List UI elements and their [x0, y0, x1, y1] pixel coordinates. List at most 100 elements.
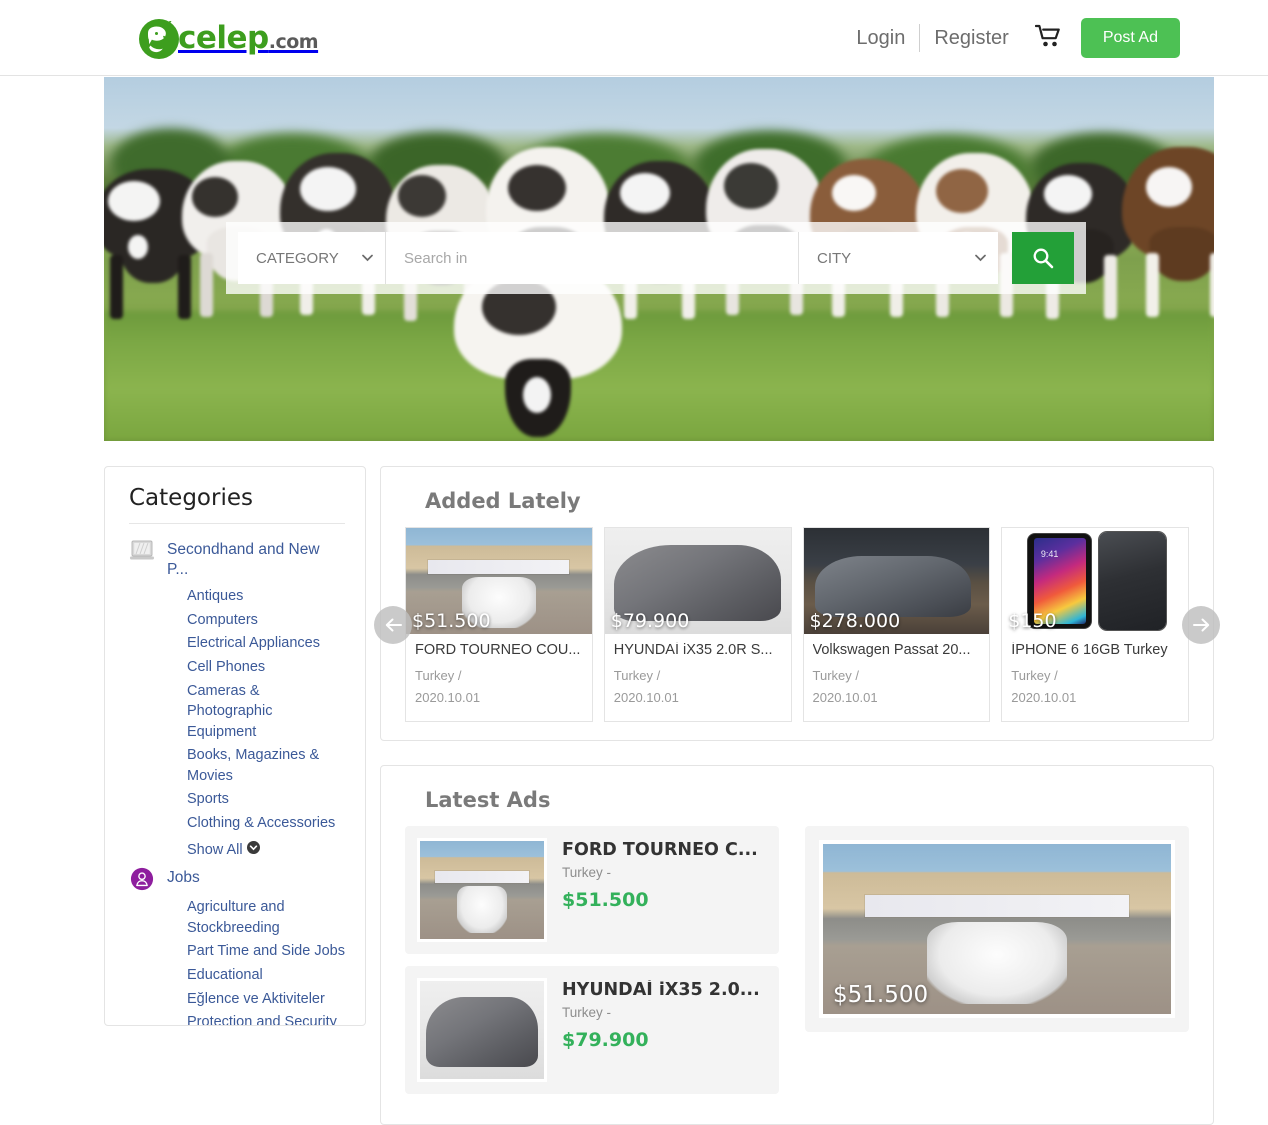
ad-date: 2020.10.01: [1011, 690, 1077, 706]
featured-ad-column: $51.500: [805, 826, 1189, 1106]
ad-price-overlay: $150: [1008, 610, 1057, 632]
list-item: Antiques: [187, 586, 345, 607]
ad-thumbnail: [417, 978, 547, 1083]
list-item: Computers: [187, 610, 345, 631]
hero-grass: [104, 311, 1214, 441]
ad-title: HYUNDAİ iX35 2.0R S...: [613, 642, 773, 658]
list-item: Educational: [187, 965, 345, 986]
ad-price-overlay: $79.900: [610, 610, 690, 632]
ad-card[interactable]: 9:41 $150 İPHONE 6 16GB Turkey Turkey / …: [1001, 527, 1189, 723]
ad-price: $51.500: [562, 889, 649, 912]
sidebar-subitem-cell-phones[interactable]: Cell Phones: [187, 657, 265, 678]
sidebar-item-jobs[interactable]: Jobs: [167, 866, 200, 888]
header-actions: Login Register Post Ad: [842, 16, 1180, 60]
ad-thumbnail: $51.500: [406, 528, 592, 634]
main-content: Added Lately $51.500 FORD TOURNEO COU...…: [374, 466, 1220, 1125]
ford-tourneo-photo: [420, 841, 544, 940]
latest-ads-list: FORD TOURNEO C... Turkey - $51.500 HYUND…: [405, 826, 779, 1106]
featured-price-overlay: $51.500: [833, 982, 929, 1009]
category-select-wrapper[interactable]: CATEGORY: [238, 232, 386, 284]
sidebar-subitem-electrical-appliances[interactable]: Electrical Appliances: [187, 633, 320, 654]
categories-sidebar: Categories Secondhand and New P... Antiq…: [104, 466, 366, 1026]
login-link[interactable]: Login: [842, 27, 919, 50]
laptop-icon: [130, 540, 154, 560]
latest-ads-title: Latest Ads: [425, 788, 551, 813]
chevron-down-circle-icon: [246, 840, 260, 854]
list-item: Books, Magazines & Movies: [187, 745, 345, 786]
ad-country: Turkey /: [1011, 668, 1058, 683]
ad-title: İPHONE 6 16GB Turkey: [1011, 642, 1168, 658]
ad-location: Turkey -: [562, 865, 612, 881]
sidebar-subitem-sports[interactable]: Sports: [187, 789, 229, 810]
logo-wordmark: celep.com: [178, 20, 319, 56]
sidebar-subitem-books[interactable]: Books, Magazines & Movies: [187, 745, 345, 786]
list-item: Part Time and Side Jobs: [187, 941, 345, 962]
ad-price-overlay: $278.000: [809, 610, 901, 632]
ad-card[interactable]: $51.500 FORD TOURNEO COU... Turkey / 202…: [405, 527, 593, 723]
sidebar-subitem-agriculture[interactable]: Agriculture and Stockbreeding: [187, 897, 345, 938]
ad-thumbnail: 9:41 $150: [1002, 528, 1188, 634]
list-item: Cell Phones: [187, 657, 345, 678]
ad-card[interactable]: $79.900 HYUNDAİ iX35 2.0R S... Turkey / …: [603, 527, 792, 723]
sidebar-item-secondhand[interactable]: Secondhand and New P...: [167, 538, 345, 580]
ad-date: 2020.10.01: [613, 690, 679, 706]
list-item: Clothing & Accessories: [187, 813, 345, 834]
category-group-secondhand: Secondhand and New P... Antiques Compute…: [129, 538, 345, 860]
show-all-label: Show All: [187, 841, 243, 858]
list-item: Eğlence ve Aktiviteler: [187, 989, 345, 1010]
sidebar-subitem-protection[interactable]: Protection and Security: [187, 1012, 337, 1025]
category-group-jobs: Jobs Agriculture and Stockbreeding Part …: [129, 866, 345, 1025]
city-select[interactable]: CITY: [799, 232, 998, 284]
carousel-prev-button[interactable]: [374, 605, 412, 644]
featured-ad-image: $51.500: [819, 840, 1175, 1019]
sidebar-title: Categories: [129, 485, 345, 524]
list-item: Protection and Security: [187, 1012, 345, 1025]
person-badge-icon: [130, 868, 154, 891]
hero-search-bar: CATEGORY CITY: [226, 222, 1086, 294]
sidebar-subitem-clothing[interactable]: Clothing & Accessories: [187, 813, 335, 834]
city-select-wrapper[interactable]: CITY: [798, 232, 998, 284]
ad-card[interactable]: $278.000 Volkswagen Passat 20... Turkey …: [802, 527, 991, 723]
subcategory-list-jobs: Agriculture and Stockbreeding Part Time …: [129, 897, 345, 1025]
search-input[interactable]: [386, 232, 798, 284]
logo-tld: .com: [268, 31, 319, 53]
site-logo[interactable]: celep.com: [136, 14, 319, 62]
sidebar-subitem-antiques[interactable]: Antiques: [187, 586, 243, 607]
list-item: Cameras & Photographic Equipment: [187, 681, 345, 743]
hyundai-ix35-photo: [420, 981, 544, 1080]
shopping-cart-icon[interactable]: [1034, 24, 1063, 53]
register-link[interactable]: Register: [920, 27, 1022, 50]
ad-location: Turkey -: [562, 1005, 612, 1021]
list-item[interactable]: FORD TOURNEO C... Turkey - $51.500: [405, 826, 779, 955]
post-ad-button[interactable]: Post Ad: [1080, 18, 1180, 58]
ad-date: 2020.10.01: [415, 690, 481, 706]
sidebar-subitem-part-time[interactable]: Part Time and Side Jobs: [187, 941, 345, 962]
category-select[interactable]: CATEGORY: [238, 232, 385, 284]
ad-title: FORD TOURNEO C...: [562, 840, 758, 861]
list-item[interactable]: HYUNDAİ iX35 2.0... Turkey - $79.900: [405, 966, 779, 1095]
ad-country: Turkey /: [812, 668, 859, 683]
ad-thumbnail: [417, 838, 547, 943]
sidebar-subitem-eglence[interactable]: Eğlence ve Aktiviteler: [187, 989, 325, 1010]
ad-thumbnail: $79.900: [604, 528, 791, 634]
featured-ad-card[interactable]: $51.500: [805, 826, 1189, 1033]
list-item: Sports: [187, 789, 345, 810]
ad-country: Turkey /: [613, 668, 661, 683]
cow-head-logo-icon: [139, 19, 179, 59]
show-all-link-secondhand[interactable]: Show All: [187, 840, 260, 861]
arrow-left-icon: [385, 618, 402, 632]
subcategory-list-secondhand: Antiques Computers Electrical Appliances…: [129, 586, 345, 860]
arrow-right-icon: [1192, 618, 1209, 632]
ad-title: HYUNDAİ iX35 2.0...: [562, 980, 760, 1001]
ad-title: FORD TOURNEO COU...: [415, 642, 581, 658]
sidebar-subitem-cameras[interactable]: Cameras & Photographic Equipment: [187, 681, 345, 743]
carousel-next-button[interactable]: [1182, 605, 1220, 644]
added-lately-carousel: $51.500 FORD TOURNEO COU... Turkey / 202…: [374, 527, 1220, 723]
sidebar-subitem-computers[interactable]: Computers: [187, 610, 258, 631]
magnifier-icon: [1033, 248, 1054, 269]
added-lately-title: Added Lately: [425, 489, 581, 513]
search-submit-button[interactable]: [1012, 232, 1074, 284]
sidebar-subitem-educational[interactable]: Educational: [187, 965, 263, 986]
ad-country: Turkey /: [415, 668, 462, 683]
ad-price: $79.900: [562, 1029, 649, 1052]
